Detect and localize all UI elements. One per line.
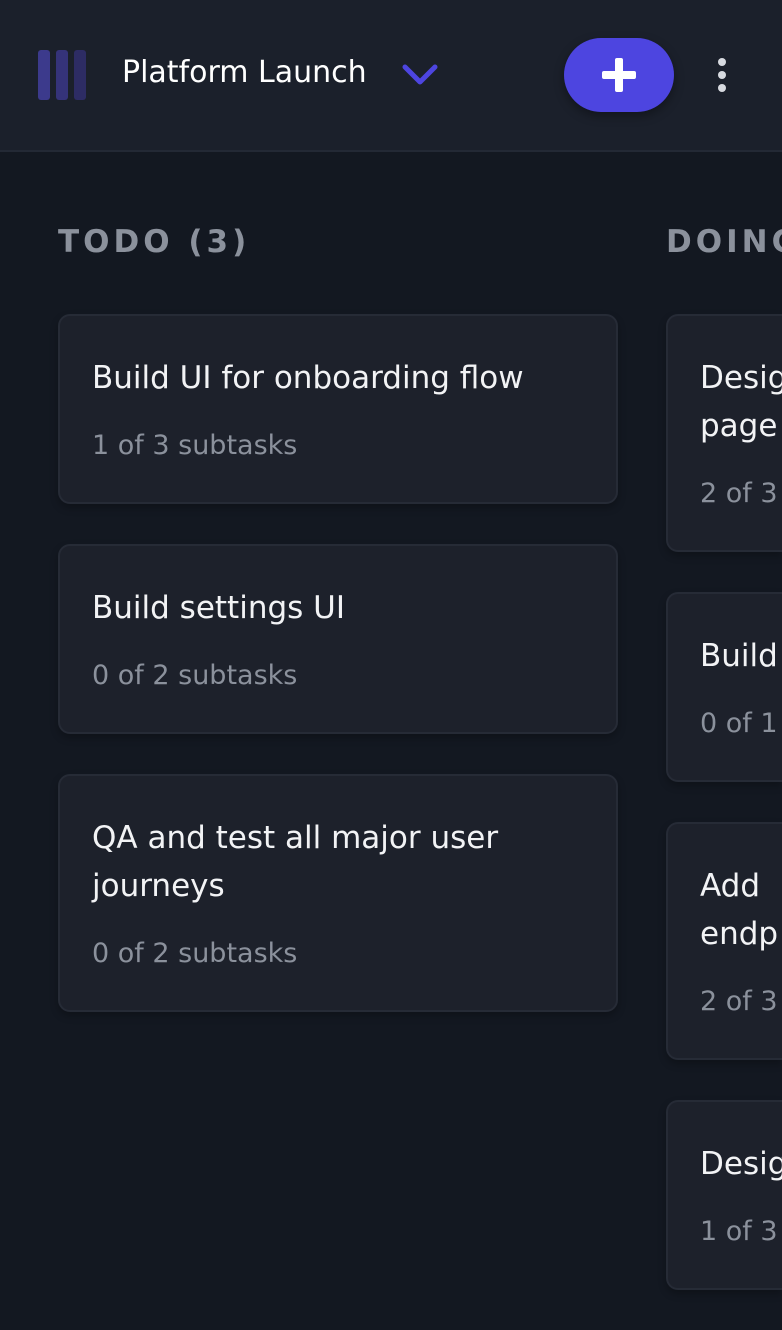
task-title: QA and test all major user bbox=[92, 820, 499, 856]
plus-icon bbox=[602, 58, 636, 92]
task-title: Build UI for onboarding flow bbox=[92, 360, 524, 396]
logo-bar bbox=[56, 50, 68, 100]
logo-bar bbox=[74, 50, 86, 100]
task-title: Desig bbox=[700, 360, 782, 396]
vertical-dots-icon bbox=[718, 58, 726, 66]
add-task-button[interactable] bbox=[564, 38, 674, 112]
task-card[interactable]: Add endp 2 of 3 bbox=[666, 822, 782, 1060]
logo-bar bbox=[38, 50, 50, 100]
app-header: Platform Launch bbox=[0, 0, 782, 152]
task-card[interactable]: Build UI for onboarding flow 1 of 3 subt… bbox=[58, 314, 618, 504]
board-title[interactable]: Platform Launch bbox=[122, 53, 367, 93]
task-card[interactable]: Build 0 of 1 bbox=[666, 592, 782, 782]
task-card[interactable]: Desig page 2 of 3 bbox=[666, 314, 782, 552]
task-subtasks: 0 of 2 subtasks bbox=[92, 660, 298, 691]
task-card[interactable]: Build settings UI 0 of 2 subtasks bbox=[58, 544, 618, 734]
task-title: Desig bbox=[700, 1146, 782, 1182]
task-card[interactable]: QA and test all major user journeys 0 of… bbox=[58, 774, 618, 1012]
column-title: DOING bbox=[666, 224, 782, 260]
task-subtasks: 1 of 3 bbox=[700, 1216, 778, 1247]
vertical-dots-icon bbox=[718, 84, 726, 92]
task-title: Add bbox=[700, 868, 761, 904]
task-subtasks: 0 of 1 bbox=[700, 708, 778, 739]
task-card[interactable]: Desig 1 of 3 bbox=[666, 1100, 782, 1290]
task-title: journeys bbox=[92, 868, 225, 904]
task-title: page bbox=[700, 408, 778, 444]
column-title: TODO (3) bbox=[58, 224, 251, 260]
task-subtasks: 0 of 2 subtasks bbox=[92, 938, 298, 969]
column-todo: TODO (3) bbox=[58, 220, 250, 264]
task-title: endp bbox=[700, 916, 779, 952]
task-subtasks: 2 of 3 bbox=[700, 478, 778, 509]
chevron-down-icon[interactable] bbox=[400, 60, 440, 90]
more-options-button[interactable] bbox=[706, 54, 738, 96]
task-title: Build bbox=[700, 638, 778, 674]
vertical-dots-icon bbox=[718, 71, 726, 79]
column-doing: DOING bbox=[666, 220, 782, 264]
board-logo-icon bbox=[38, 50, 86, 100]
task-subtasks: 1 of 3 subtasks bbox=[92, 430, 298, 461]
task-subtasks: 2 of 3 bbox=[700, 986, 778, 1017]
task-title: Build settings UI bbox=[92, 590, 345, 626]
